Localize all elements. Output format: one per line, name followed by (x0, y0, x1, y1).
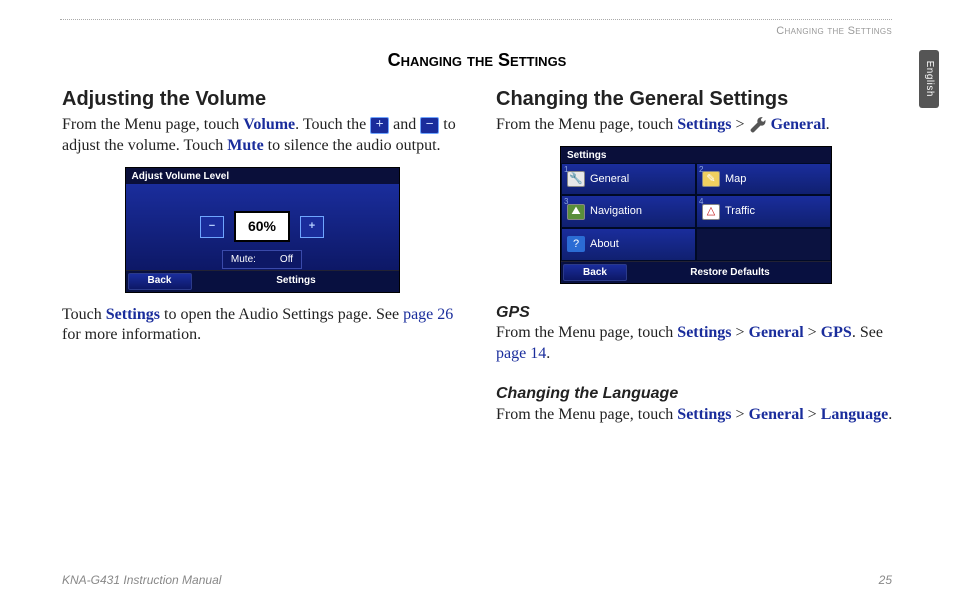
running-header: Changing the Settings (776, 24, 892, 39)
text: > (732, 116, 749, 133)
device-settings: Settings 1🔧 General 2✎ Map 3⛰ Navigation 4△… (560, 146, 832, 284)
cell-label: General (590, 172, 629, 187)
text: Touch (62, 306, 106, 323)
text: . (826, 116, 830, 133)
top-rule (60, 19, 892, 20)
text: From the Menu page, touch (496, 324, 677, 341)
heading-gps: GPS (496, 302, 896, 324)
volume-plus-button[interactable]: + (300, 216, 324, 238)
text: > (804, 324, 821, 341)
cell-num: 4 (699, 197, 703, 208)
kw-general: General (749, 324, 804, 341)
cell-about[interactable]: ? About (561, 228, 696, 261)
kw-general: General (771, 116, 826, 133)
volume-percent: 60% (234, 211, 290, 242)
cell-label: Traffic (725, 204, 755, 219)
link-page-14[interactable]: page 14 (496, 345, 546, 362)
footer-page-number: 25 (879, 572, 892, 588)
heading-language: Changing the Language (496, 383, 896, 405)
cell-traffic[interactable]: 4△ Traffic (696, 195, 831, 228)
device-volume-title: Adjust Volume Level (126, 168, 236, 184)
back-button[interactable]: Back (128, 273, 192, 290)
paragraph-general-1: From the Menu page, touch Settings > Gen… (496, 115, 896, 136)
kw-settings: Settings (677, 116, 731, 133)
kw-volume: Volume (243, 116, 295, 133)
nav-icon: ⛰ (567, 204, 585, 220)
text: From the Menu page, touch (62, 116, 243, 133)
text: . (546, 345, 550, 362)
device-volume: Adjust Volume Level − 60% + Mute: Off Ba… (125, 167, 400, 293)
restore-defaults-button[interactable]: Restore Defaults (629, 262, 831, 283)
cell-label: Navigation (590, 204, 642, 219)
text: From the Menu page, touch (496, 116, 677, 133)
wrench-icon: 🔧 (567, 171, 585, 187)
settings-grid: 1🔧 General 2✎ Map 3⛰ Navigation 4△ Traffic ?… (561, 163, 831, 261)
cell-label: About (590, 237, 619, 252)
text: > (732, 406, 749, 423)
cell-navigation[interactable]: 3⛰ Navigation (561, 195, 696, 228)
settings-button[interactable]: Settings (194, 271, 399, 292)
about-icon: ? (567, 236, 585, 252)
device-settings-title: Settings (561, 147, 612, 163)
cell-num: 3 (564, 197, 568, 208)
mute-toggle[interactable]: Mute: Off (222, 250, 302, 270)
paragraph-volume-2: Touch Settings to open the Audio Setting… (62, 305, 462, 347)
mute-label: Mute: (231, 253, 256, 267)
footer-manual-name: KNA-G431 Instruction Manual (62, 572, 221, 588)
link-page-26[interactable]: page 26 (403, 306, 453, 323)
traffic-icon: △ (702, 204, 720, 220)
cell-empty (696, 228, 831, 261)
plus-icon: + (370, 117, 389, 134)
map-icon: ✎ (702, 171, 720, 187)
cell-general[interactable]: 1🔧 General (561, 163, 696, 196)
mute-row: Mute: Off (126, 250, 399, 270)
device-volume-footer: Back Settings (126, 270, 399, 292)
mute-value: Off (280, 253, 293, 267)
left-column: Adjusting the Volume From the Menu page,… (62, 86, 462, 346)
minus-icon: − (420, 117, 439, 134)
kw-settings: Settings (677, 406, 731, 423)
text: to open the Audio Settings page. See (160, 306, 403, 323)
heading-adjust-volume: Adjusting the Volume (62, 86, 462, 113)
text: to silence the audio output. (264, 137, 441, 154)
kw-settings: Settings (677, 324, 731, 341)
heading-general-settings: Changing the General Settings (496, 86, 896, 113)
text: > (804, 406, 821, 423)
kw-language: Language (821, 406, 889, 423)
text: From the Menu page, touch (496, 406, 677, 423)
kw-general: General (749, 406, 804, 423)
page-title: Changing the Settings (0, 48, 954, 72)
volume-minus-button[interactable]: − (200, 216, 224, 238)
wrench-icon (749, 116, 767, 134)
cell-map[interactable]: 2✎ Map (696, 163, 831, 196)
text: and (389, 116, 420, 133)
kw-gps: GPS (821, 324, 852, 341)
paragraph-volume-1: From the Menu page, touch Volume. Touch … (62, 115, 462, 157)
kw-settings: Settings (106, 306, 160, 323)
cell-num: 1 (564, 165, 568, 176)
right-column: Changing the General Settings From the M… (496, 86, 896, 425)
text: . (888, 406, 892, 423)
paragraph-gps: From the Menu page, touch Settings > Gen… (496, 323, 896, 365)
back-button[interactable]: Back (563, 264, 627, 281)
cell-label: Map (725, 172, 746, 187)
page-footer: KNA-G431 Instruction Manual 25 (62, 572, 892, 588)
text: for more information. (62, 326, 201, 343)
kw-mute: Mute (227, 137, 263, 154)
cell-num: 2 (699, 165, 703, 176)
device-settings-footer: Back Restore Defaults (561, 261, 831, 283)
text: > (732, 324, 749, 341)
text: . See (852, 324, 883, 341)
text: . Touch the (295, 116, 370, 133)
paragraph-language: From the Menu page, touch Settings > Gen… (496, 405, 896, 426)
